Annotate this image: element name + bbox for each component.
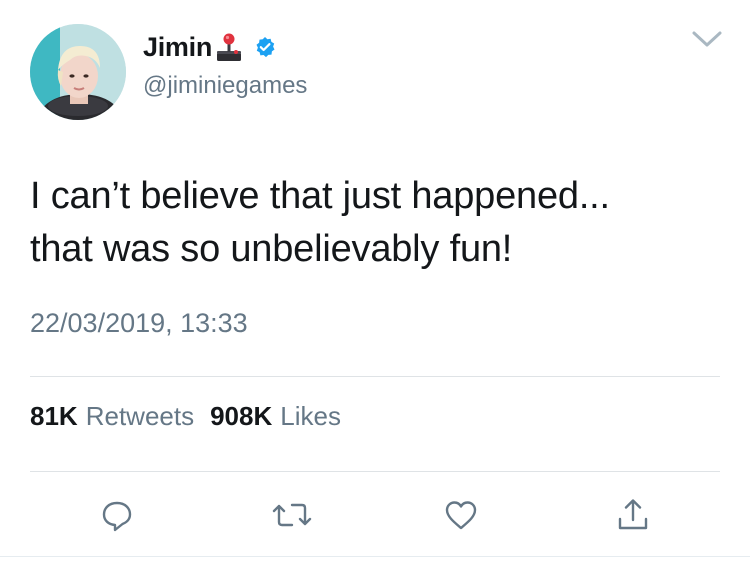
likes-label: Likes	[280, 401, 341, 431]
tweet-timestamp[interactable]: 22/03/2019, 13:33	[30, 308, 248, 339]
joystick-emoji-icon	[216, 32, 242, 62]
display-name[interactable]: Jimin	[143, 32, 212, 63]
name-row: Jimin	[143, 30, 276, 64]
tweet-stats: 81K Retweets 908K Likes	[30, 401, 341, 432]
like-icon[interactable]	[441, 495, 481, 535]
tweet-card: Jimin @jiminiegames I can’t believe that	[0, 0, 750, 564]
divider	[30, 471, 720, 472]
retweet-icon[interactable]	[270, 495, 312, 535]
likes-count: 908K	[210, 401, 273, 431]
profile-avatar[interactable]	[30, 24, 126, 120]
chevron-down-icon[interactable]	[690, 28, 724, 50]
tweet-text: I can’t believe that just happened... th…	[30, 175, 610, 270]
share-icon[interactable]	[613, 495, 653, 535]
divider	[30, 376, 720, 377]
reply-icon[interactable]	[97, 495, 137, 535]
retweets-stat[interactable]: 81K Retweets	[30, 401, 194, 432]
likes-stat[interactable]: 908K Likes	[210, 401, 341, 432]
verified-badge-icon	[254, 36, 276, 58]
retweets-label: Retweets	[85, 401, 195, 431]
avatar-image	[30, 24, 126, 120]
tweet-action-bar	[0, 495, 750, 539]
retweets-count: 81K	[30, 401, 78, 431]
user-handle[interactable]: @jiminiegames	[143, 72, 307, 100]
